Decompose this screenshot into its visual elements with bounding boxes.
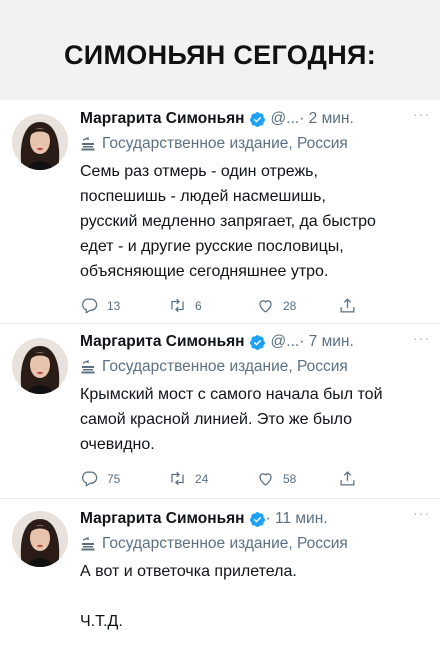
like-icon [259, 473, 272, 486]
reply-count: 75 [107, 471, 121, 486]
tweet-text: А вот и ответочка прилетела. Ч.Т.Д. [80, 563, 297, 630]
state-media-label[interactable]: Государственное издание, Россия [102, 358, 348, 376]
tweet-text: Семь раз отмерь - один отрежь, поспешишь… [80, 163, 376, 280]
verified-badge-icon [249, 334, 266, 351]
author-name[interactable]: Маргарита Симоньян [80, 333, 245, 351]
timestamp[interactable]: · 2 мин. [299, 110, 354, 128]
like-button[interactable]: 28 [256, 296, 344, 315]
retweet-button[interactable]: 6 [168, 296, 256, 315]
retweet-count: 24 [195, 471, 209, 486]
headline: СИМОНЬЯН СЕГОДНЯ: [64, 40, 377, 70]
author-name[interactable]: Маргарита Симоньян [80, 510, 245, 528]
share-button[interactable] [338, 469, 365, 488]
tweet-text: Крымский мост с самого начала был той са… [80, 386, 383, 453]
verified-badge-icon [249, 511, 266, 528]
avatar[interactable] [12, 114, 68, 170]
avatar[interactable] [12, 338, 68, 394]
tweet[interactable]: ··· Маргарита Симоньян · 11 мин. Государ… [0, 499, 440, 647]
reply-icon [81, 298, 98, 314]
reply-icon [81, 471, 98, 487]
tweet-feed: ··· Маргарита Симоньян @... · 2 мин. Гос… [0, 100, 440, 647]
government-label-icon [80, 136, 96, 152]
share-icon [340, 471, 355, 486]
share-button[interactable] [338, 296, 365, 315]
reply-button[interactable]: 13 [80, 296, 168, 315]
reply-count: 13 [107, 298, 121, 313]
government-label-icon [80, 359, 96, 375]
like-button[interactable]: 58 [256, 469, 344, 488]
timestamp[interactable]: · 7 мин. [299, 333, 354, 351]
retweet-icon [171, 471, 184, 486]
author-handle[interactable]: @... [271, 110, 300, 128]
share-icon [340, 298, 355, 313]
retweet-count: 6 [195, 298, 202, 313]
reply-button[interactable]: 75 [80, 469, 168, 488]
like-count: 28 [283, 298, 297, 313]
avatar[interactable] [12, 511, 68, 567]
author-handle[interactable]: @... [271, 333, 300, 351]
verified-badge-icon [249, 111, 266, 128]
retweet-button[interactable]: 24 [168, 469, 256, 488]
government-label-icon [80, 536, 96, 552]
state-media-label[interactable]: Государственное издание, Россия [102, 535, 348, 553]
more-icon[interactable]: ··· [413, 505, 430, 521]
tweet[interactable]: ··· Маргарита Симоньян @... · 7 мин. Гос… [0, 324, 440, 499]
like-count: 58 [283, 471, 297, 486]
more-icon[interactable]: ··· [413, 330, 430, 346]
retweet-icon [171, 298, 184, 313]
state-media-label[interactable]: Государственное издание, Россия [102, 135, 348, 153]
like-icon [259, 300, 272, 313]
tweet[interactable]: ··· Маргарита Симоньян @... · 2 мин. Гос… [0, 100, 440, 324]
author-name[interactable]: Маргарита Симоньян [80, 110, 245, 128]
more-icon[interactable]: ··· [413, 106, 430, 122]
timestamp[interactable]: · 11 мин. [266, 510, 328, 528]
